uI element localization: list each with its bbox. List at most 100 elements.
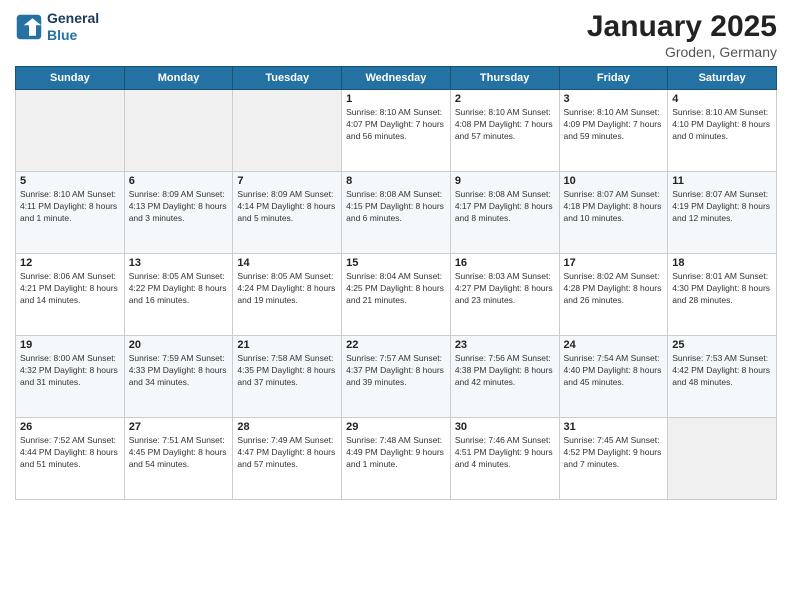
calendar-cell: 2 Sunrise: 8:10 AM Sunset: 4:08 PM Daylig… bbox=[450, 90, 559, 172]
day-info: Sunrise: 8:01 AM Sunset: 4:30 PM Dayligh… bbox=[672, 271, 772, 307]
day-number: 31 bbox=[564, 421, 664, 433]
calendar-cell: 30Sunrise: 7:46 AM Sunset: 4:51 PM Dayli… bbox=[450, 418, 559, 500]
day-number: 9 bbox=[455, 175, 555, 187]
calendar-cell: 13 Sunrise: 8:05 AM Sunset: 4:22 PM Dayli… bbox=[124, 254, 233, 336]
day-info: Sunrise: 8:07 AM Sunset: 4:19 PM Dayligh… bbox=[672, 189, 772, 225]
day-header-sunday: Sunday bbox=[16, 67, 125, 90]
calendar-cell: 6 Sunrise: 8:09 AM Sunset: 4:13 PM Daylig… bbox=[124, 172, 233, 254]
day-number: 8 bbox=[346, 175, 446, 187]
day-number: 2 bbox=[455, 93, 555, 105]
day-info: Sunrise: 7:56 AM Sunset: 4:38 PM Dayligh… bbox=[455, 353, 555, 389]
day-header-monday: Monday bbox=[124, 67, 233, 90]
day-info: Sunrise: 8:08 AM Sunset: 4:17 PM Dayligh… bbox=[455, 189, 555, 225]
day-number: 5 bbox=[20, 175, 120, 187]
day-number: 7 bbox=[237, 175, 337, 187]
day-info: Sunrise: 8:03 AM Sunset: 4:27 PM Dayligh… bbox=[455, 271, 555, 307]
day-info: Sunrise: 8:10 AM Sunset: 4:11 PM Dayligh… bbox=[20, 189, 120, 225]
day-info: Sunrise: 7:45 AM Sunset: 4:52 PM Dayligh… bbox=[564, 435, 664, 471]
day-number: 16 bbox=[455, 257, 555, 269]
day-number: 6 bbox=[129, 175, 229, 187]
page: General Blue January 2025 Groden, German… bbox=[0, 0, 792, 612]
day-number: 21 bbox=[237, 339, 337, 351]
day-number: 22 bbox=[346, 339, 446, 351]
day-info: Sunrise: 7:49 AM Sunset: 4:47 PM Dayligh… bbox=[237, 435, 337, 471]
day-info: Sunrise: 8:06 AM Sunset: 4:21 PM Dayligh… bbox=[20, 271, 120, 307]
calendar-cell: 1 Sunrise: 8:10 AM Sunset: 4:07 PM Daylig… bbox=[342, 90, 451, 172]
calendar-cell: 9 Sunrise: 8:08 AM Sunset: 4:17 PM Daylig… bbox=[450, 172, 559, 254]
calendar-cell: 11Sunrise: 8:07 AM Sunset: 4:19 PM Dayli… bbox=[668, 172, 777, 254]
calendar-cell bbox=[668, 418, 777, 500]
day-info: Sunrise: 8:10 AM Sunset: 4:09 PM Dayligh… bbox=[564, 107, 664, 143]
calendar-cell: 7 Sunrise: 8:09 AM Sunset: 4:14 PM Daylig… bbox=[233, 172, 342, 254]
calendar-cell: 8Sunrise: 8:08 AM Sunset: 4:15 PM Daylig… bbox=[342, 172, 451, 254]
calendar-cell: 21 Sunrise: 7:58 AM Sunset: 4:35 PM Dayli… bbox=[233, 336, 342, 418]
day-number: 15 bbox=[346, 257, 446, 269]
day-number: 19 bbox=[20, 339, 120, 351]
calendar-cell: 14 Sunrise: 8:05 AM Sunset: 4:24 PM Dayli… bbox=[233, 254, 342, 336]
location: Groden, Germany bbox=[587, 44, 777, 60]
day-header-saturday: Saturday bbox=[668, 67, 777, 90]
day-number: 28 bbox=[237, 421, 337, 433]
logo-text: General Blue bbox=[47, 10, 99, 44]
day-info: Sunrise: 8:05 AM Sunset: 4:24 PM Dayligh… bbox=[237, 271, 337, 307]
day-info: Sunrise: 7:58 AM Sunset: 4:35 PM Dayligh… bbox=[237, 353, 337, 389]
day-info: Sunrise: 7:54 AM Sunset: 4:40 PM Dayligh… bbox=[564, 353, 664, 389]
calendar-cell: 5 Sunrise: 8:10 AM Sunset: 4:11 PM Daylig… bbox=[16, 172, 125, 254]
day-info: Sunrise: 7:53 AM Sunset: 4:42 PM Dayligh… bbox=[672, 353, 772, 389]
calendar-cell: 27Sunrise: 7:51 AM Sunset: 4:45 PM Dayli… bbox=[124, 418, 233, 500]
calendar-cell: 22 Sunrise: 7:57 AM Sunset: 4:37 PM Dayli… bbox=[342, 336, 451, 418]
day-number: 25 bbox=[672, 339, 772, 351]
day-header-thursday: Thursday bbox=[450, 67, 559, 90]
header: General Blue January 2025 Groden, German… bbox=[15, 10, 777, 60]
title-block: January 2025 Groden, Germany bbox=[587, 10, 777, 60]
calendar-cell: 20Sunrise: 7:59 AM Sunset: 4:33 PM Dayli… bbox=[124, 336, 233, 418]
month-title: January 2025 bbox=[587, 10, 777, 44]
calendar-week-5: 26Sunrise: 7:52 AM Sunset: 4:44 PM Dayli… bbox=[16, 418, 777, 500]
calendar-cell: 16 Sunrise: 8:03 AM Sunset: 4:27 PM Dayli… bbox=[450, 254, 559, 336]
calendar-cell bbox=[16, 90, 125, 172]
day-info: Sunrise: 8:10 AM Sunset: 4:08 PM Dayligh… bbox=[455, 107, 555, 143]
calendar-cell: 23 Sunrise: 7:56 AM Sunset: 4:38 PM Dayli… bbox=[450, 336, 559, 418]
calendar-cell: 10Sunrise: 8:07 AM Sunset: 4:18 PM Dayli… bbox=[559, 172, 668, 254]
day-header-wednesday: Wednesday bbox=[342, 67, 451, 90]
day-number: 13 bbox=[129, 257, 229, 269]
calendar-cell: 17 Sunrise: 8:02 AM Sunset: 4:28 PM Dayli… bbox=[559, 254, 668, 336]
day-number: 10 bbox=[564, 175, 664, 187]
calendar-cell: 24 Sunrise: 7:54 AM Sunset: 4:40 PM Dayli… bbox=[559, 336, 668, 418]
day-info: Sunrise: 7:59 AM Sunset: 4:33 PM Dayligh… bbox=[129, 353, 229, 389]
calendar-cell: 28 Sunrise: 7:49 AM Sunset: 4:47 PM Dayli… bbox=[233, 418, 342, 500]
calendar-header-row: SundayMondayTuesdayWednesdayThursdayFrid… bbox=[16, 67, 777, 90]
logo: General Blue bbox=[15, 10, 99, 44]
day-info: Sunrise: 7:57 AM Sunset: 4:37 PM Dayligh… bbox=[346, 353, 446, 389]
calendar-cell: 25 Sunrise: 7:53 AM Sunset: 4:42 PM Dayli… bbox=[668, 336, 777, 418]
day-number: 23 bbox=[455, 339, 555, 351]
day-number: 30 bbox=[455, 421, 555, 433]
day-info: Sunrise: 8:05 AM Sunset: 4:22 PM Dayligh… bbox=[129, 271, 229, 307]
calendar-cell bbox=[233, 90, 342, 172]
calendar-cell: 19Sunrise: 8:00 AM Sunset: 4:32 PM Dayli… bbox=[16, 336, 125, 418]
day-number: 24 bbox=[564, 339, 664, 351]
day-number: 29 bbox=[346, 421, 446, 433]
day-number: 14 bbox=[237, 257, 337, 269]
day-info: Sunrise: 8:10 AM Sunset: 4:10 PM Dayligh… bbox=[672, 107, 772, 143]
calendar-cell: 3 Sunrise: 8:10 AM Sunset: 4:09 PM Daylig… bbox=[559, 90, 668, 172]
day-number: 1 bbox=[346, 93, 446, 105]
day-info: Sunrise: 8:09 AM Sunset: 4:13 PM Dayligh… bbox=[129, 189, 229, 225]
calendar-table: SundayMondayTuesdayWednesdayThursdayFrid… bbox=[15, 66, 777, 500]
day-info: Sunrise: 8:09 AM Sunset: 4:14 PM Dayligh… bbox=[237, 189, 337, 225]
day-header-tuesday: Tuesday bbox=[233, 67, 342, 90]
calendar-cell: 4Sunrise: 8:10 AM Sunset: 4:10 PM Daylig… bbox=[668, 90, 777, 172]
day-number: 26 bbox=[20, 421, 120, 433]
calendar-week-2: 5 Sunrise: 8:10 AM Sunset: 4:11 PM Daylig… bbox=[16, 172, 777, 254]
day-info: Sunrise: 8:04 AM Sunset: 4:25 PM Dayligh… bbox=[346, 271, 446, 307]
calendar-cell: 31 Sunrise: 7:45 AM Sunset: 4:52 PM Dayli… bbox=[559, 418, 668, 500]
logo-icon bbox=[15, 13, 43, 41]
day-info: Sunrise: 8:10 AM Sunset: 4:07 PM Dayligh… bbox=[346, 107, 446, 143]
calendar-cell: 12Sunrise: 8:06 AM Sunset: 4:21 PM Dayli… bbox=[16, 254, 125, 336]
day-info: Sunrise: 8:02 AM Sunset: 4:28 PM Dayligh… bbox=[564, 271, 664, 307]
day-number: 18 bbox=[672, 257, 772, 269]
day-number: 3 bbox=[564, 93, 664, 105]
calendar-week-3: 12Sunrise: 8:06 AM Sunset: 4:21 PM Dayli… bbox=[16, 254, 777, 336]
day-info: Sunrise: 7:51 AM Sunset: 4:45 PM Dayligh… bbox=[129, 435, 229, 471]
day-number: 17 bbox=[564, 257, 664, 269]
